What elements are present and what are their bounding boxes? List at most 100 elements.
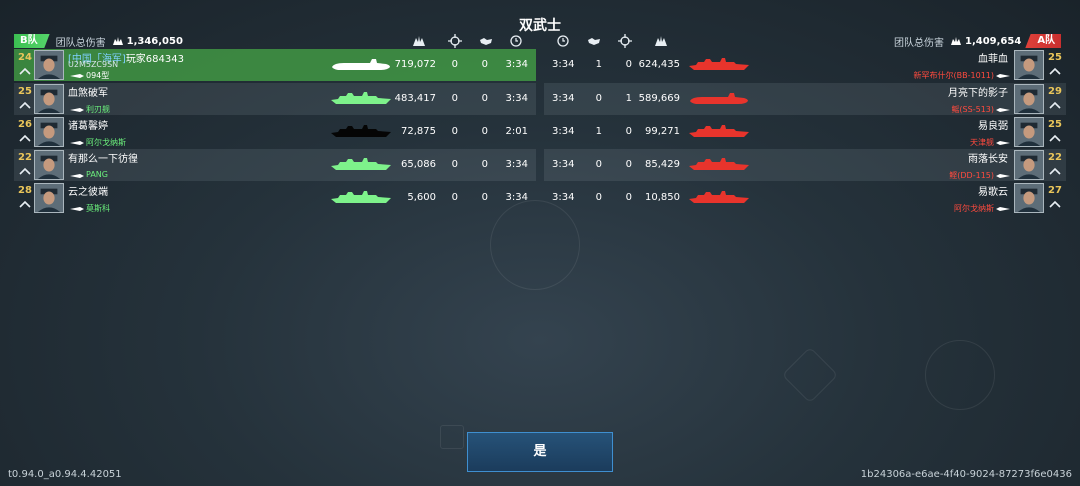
player-row[interactable]: 28 云之彼端 莫斯科 5,600 0 0 3:34 [14, 182, 536, 214]
player-level: 28 [18, 185, 32, 196]
damage-value: 10,850 [645, 192, 680, 203]
player-level: 29 [1048, 86, 1062, 97]
ship-class-icon [70, 174, 84, 178]
crosshair-icon [448, 34, 462, 48]
survival-time: 3:34 [552, 159, 575, 170]
team-a-damage-label: 团队总伤害 [894, 37, 944, 49]
damage-value: 65,086 [401, 159, 436, 170]
survival-time: 3:34 [505, 93, 528, 104]
player-row[interactable]: 3:34 0 1 589,669 月亮下的影子 鳐(SS-513) 29 [544, 83, 1066, 115]
rank-chevron-icon [1049, 200, 1061, 208]
damage-value: 5,600 [407, 192, 436, 203]
player-row[interactable]: 3:34 0 0 10,850 易歌云 阿尔戈纳斯 27 [544, 182, 1066, 214]
rank-chevron-icon [1049, 101, 1061, 109]
ship-silhouette-icon [689, 158, 749, 170]
player-name: 血煞破军 [68, 84, 108, 99]
player-row[interactable]: 3:34 1 0 624,435 血菲血 新罕布什尔(BB-1011) 25 [544, 49, 1066, 81]
ship-silhouette-icon [331, 92, 391, 104]
avatar [34, 117, 64, 147]
ship-silhouette-icon [331, 125, 391, 137]
ship-name: 阿尔戈纳斯 [954, 204, 994, 213]
player-name-text: 月亮下的影子 [948, 88, 1008, 99]
kills-value: 0 [451, 59, 458, 70]
player-row[interactable]: 3:34 1 0 99,271 易良弼 天津舰 25 [544, 116, 1066, 148]
player-level: 25 [1048, 52, 1062, 63]
kills-value: 1 [625, 93, 632, 104]
kills-value: 0 [451, 93, 458, 104]
bg-square [440, 425, 464, 449]
player-id: U2M5ZC9SN [68, 60, 119, 69]
team-b-tag: B队 [14, 34, 50, 48]
avatar [1014, 117, 1044, 147]
team-a-header: 团队总伤害 1,409,654 A队 [894, 34, 1062, 49]
ship-class-icon [996, 174, 1010, 178]
survival-time: 3:34 [552, 192, 575, 203]
player-name-text: 雨落长安 [968, 154, 1008, 165]
team-b-header: B队 团队总伤害 1,346,050 [14, 34, 183, 49]
player-row[interactable]: 24 [中国「海军]玩家684343 U2M5ZC9SN 094型 719,072 0 0 3… [14, 49, 536, 81]
bg-diamond [781, 346, 839, 404]
ship-name: 鲣(DD-115) [949, 171, 994, 180]
session-id-label: 1b24306a-e6ae-4f40-9024-87273f6e0436 [860, 469, 1072, 480]
avatar [34, 84, 64, 114]
damage-value: 589,669 [638, 93, 680, 104]
kills-value: 0 [625, 192, 632, 203]
kills-value: 0 [451, 159, 458, 170]
player-level: 22 [1048, 152, 1062, 163]
player-name-text: 血菲血 [978, 54, 1008, 65]
rank-chevron-icon [19, 67, 31, 75]
ship-class-icon [996, 141, 1010, 145]
ship-name: 天津舰 [970, 138, 994, 147]
player-row[interactable]: 3:34 0 0 85,429 雨落长安 鲣(DD-115) 22 [544, 149, 1066, 181]
player-name-text: 诸葛馨婷 [68, 121, 108, 132]
damage-value: 99,271 [645, 126, 680, 137]
player-level: 25 [18, 86, 32, 97]
player-name: 诸葛馨婷 [68, 117, 108, 132]
player-row[interactable]: 25 血煞破军 利刃舰 483,417 0 0 3:34 [14, 83, 536, 115]
assists-value: 0 [481, 192, 488, 203]
survival-time: 2:01 [505, 126, 528, 137]
assists-value: 0 [595, 159, 602, 170]
handshake-icon [480, 38, 492, 45]
player-level: 22 [18, 152, 32, 163]
survival-time: 3:34 [552, 93, 575, 104]
rank-chevron-icon [1049, 67, 1061, 75]
ship-class-icon [996, 108, 1010, 112]
ship-class-icon [996, 74, 1010, 78]
assists-value: 1 [595, 126, 602, 137]
player-row[interactable]: 26 诸葛馨婷 阿尔戈纳斯 72,875 0 0 2:01 [14, 116, 536, 148]
player-row[interactable]: 22 有那么一下彷徨 PANG 65,086 0 0 3:34 [14, 149, 536, 181]
survival-time: 3:34 [505, 59, 528, 70]
ship-name: 094型 [86, 71, 110, 80]
ship-class-icon [70, 207, 84, 211]
assists-value: 0 [481, 159, 488, 170]
rank-chevron-icon [19, 101, 31, 109]
damage-icon [413, 36, 425, 46]
assists-value: 0 [595, 192, 602, 203]
ship-class-icon [70, 141, 84, 145]
player-level: 24 [18, 52, 32, 63]
damage-value: 719,072 [394, 59, 436, 70]
ship-silhouette-icon [689, 58, 749, 70]
clock-icon [510, 35, 522, 47]
damage-value: 483,417 [394, 93, 436, 104]
avatar [34, 50, 64, 80]
assists-value: 0 [481, 93, 488, 104]
ship-class-icon [996, 207, 1010, 211]
assists-value: 1 [595, 59, 602, 70]
survival-time: 3:34 [505, 159, 528, 170]
damage-icon [951, 37, 961, 45]
rank-chevron-icon [1049, 134, 1061, 142]
ship-name: 阿尔戈纳斯 [86, 138, 126, 147]
avatar [1014, 50, 1044, 80]
rank-chevron-icon [19, 200, 31, 208]
player-name: 有那么一下彷徨 [68, 150, 138, 165]
player-name-text: 玩家684343 [125, 54, 184, 65]
rank-chevron-icon [19, 167, 31, 175]
version-label: t0.94.0_a0.94.4.42051 [8, 469, 122, 480]
player-name-text: 血煞破军 [68, 88, 108, 99]
player-level: 25 [1048, 119, 1062, 130]
confirm-button[interactable]: 是 [467, 432, 613, 472]
survival-time: 3:34 [552, 126, 575, 137]
ship-silhouette-icon [689, 191, 749, 203]
